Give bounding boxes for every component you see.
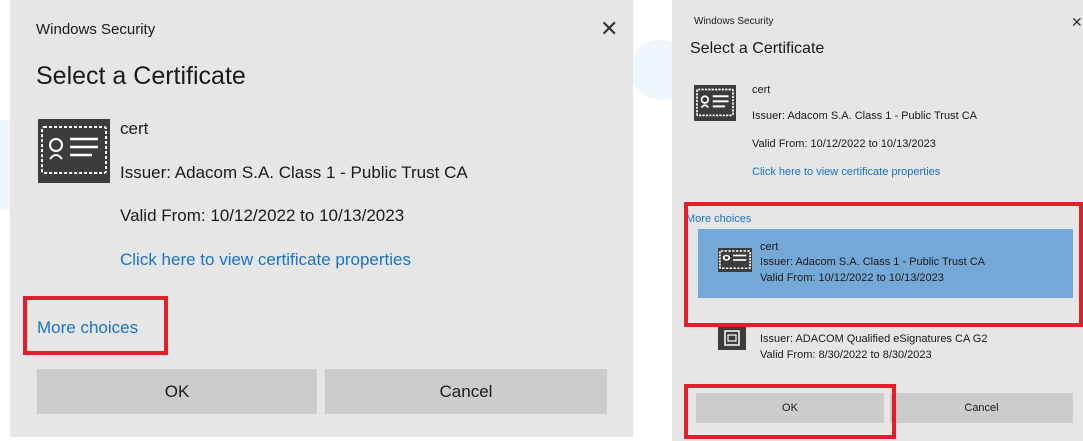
certificate-name: cert — [120, 119, 149, 138]
cancel-button[interactable]: Cancel — [325, 369, 607, 414]
ok-button[interactable]: OK — [37, 369, 317, 414]
view-certificate-properties-link[interactable]: Click here to view certificate propertie… — [752, 166, 940, 178]
dialog-heading: Select a Certificate — [36, 62, 246, 90]
more-choices-link[interactable]: More choices — [686, 213, 751, 225]
smartcard-certificate-icon — [718, 326, 746, 350]
certificate-list-item-issuer: Issuer: ADACOM Qualified eSignatures CA … — [760, 333, 988, 345]
certificate-list-item[interactable]: Issuer: ADACOM Qualified eSignatures CA … — [698, 316, 1073, 372]
certificate-icon — [718, 248, 752, 272]
more-choices-link[interactable]: More choices — [37, 318, 138, 338]
certificate-name: cert — [752, 84, 771, 96]
certificate-list-item-issuer: Issuer: Adacom S.A. Class 1 - Public Tru… — [760, 256, 985, 268]
certificate-validity: Valid From: 10/12/2022 to 10/13/2023 — [752, 138, 936, 150]
certificate-dialog-expanded: Windows Security ✕ Select a Certificate … — [672, 0, 1083, 441]
certificate-icon — [694, 85, 736, 121]
window-title: Windows Security — [694, 16, 774, 27]
certificate-list-item-validity: Valid From: 8/30/2022 to 8/30/2023 — [760, 349, 932, 361]
view-certificate-properties-link[interactable]: Click here to view certificate propertie… — [120, 250, 411, 270]
certificate-icon — [38, 119, 110, 183]
close-icon[interactable]: ✕ — [600, 18, 618, 40]
certificate-list-item-name: cert — [760, 241, 779, 253]
certificate-dialog-compact: Windows Security ✕ Select a Certificate … — [10, 0, 633, 437]
certificate-issuer: Issuer: Adacom S.A. Class 1 - Public Tru… — [752, 110, 977, 122]
certificate-list-item-validity: Valid From: 10/12/2022 to 10/13/2023 — [760, 272, 944, 284]
close-icon[interactable]: ✕ — [1071, 15, 1083, 29]
certificate-issuer: Issuer: Adacom S.A. Class 1 - Public Tru… — [120, 163, 468, 182]
dialog-heading: Select a Certificate — [690, 40, 825, 57]
cancel-button[interactable]: Cancel — [890, 393, 1073, 423]
window-title: Windows Security — [36, 21, 156, 38]
ok-button[interactable]: OK — [696, 393, 884, 423]
certificate-validity: Valid From: 10/12/2022 to 10/13/2023 — [120, 206, 405, 225]
certificate-list-item-selected[interactable]: cert Issuer: Adacom S.A. Class 1 - Publi… — [698, 229, 1073, 298]
